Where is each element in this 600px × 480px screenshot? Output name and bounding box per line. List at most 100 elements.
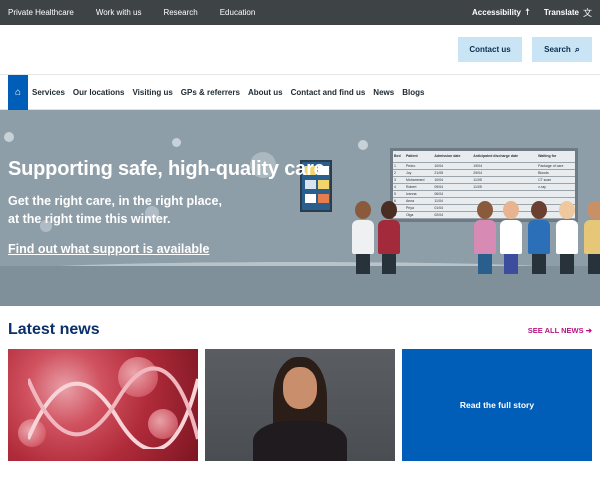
- notice: [318, 180, 329, 189]
- snowflake: [4, 132, 14, 142]
- board-cell: 02/04: [433, 211, 473, 219]
- board-header: Anticipated discharge date: [472, 151, 538, 163]
- see-all-news-label: SEE ALL NEWS: [527, 326, 584, 335]
- board-cell: 2: [393, 169, 405, 177]
- nav-item-our-locations[interactable]: Our locations: [73, 88, 125, 97]
- board-cell: 10/04: [433, 176, 473, 184]
- board-cell: x-ray: [537, 183, 575, 191]
- board-cell: Mohammed: [404, 176, 434, 184]
- board-cell: 06/04: [433, 190, 473, 198]
- head: [503, 201, 519, 219]
- arrow-right-icon: ➔: [585, 326, 592, 335]
- utility-bar: Private Healthcare Work with us Research…: [0, 0, 600, 25]
- read-full-story-label: Read the full story: [459, 400, 535, 410]
- latest-news-heading: Latest news: [8, 321, 100, 338]
- hero-banner: Bed Patient Admission date Anticipated d…: [0, 110, 600, 306]
- nav-item-blogs[interactable]: Blogs: [402, 88, 424, 97]
- nav-item-news[interactable]: News: [373, 88, 394, 97]
- dna-helix-image: [28, 366, 198, 449]
- nav-item-gps-referrers[interactable]: GPs & referrers: [181, 88, 240, 97]
- legs: [588, 254, 600, 274]
- staff-illustration: [378, 201, 400, 274]
- board-cell: Pedro: [404, 162, 434, 170]
- board-cell: 11/04: [433, 197, 473, 205]
- news-card-read-story[interactable]: Read the full story: [402, 349, 592, 461]
- legs: [532, 254, 546, 274]
- notice: [305, 180, 316, 189]
- board-cell: 09/04: [433, 183, 473, 191]
- hero-cta-link[interactable]: Find out what support is available: [8, 242, 209, 256]
- board-cell: 21/05: [433, 169, 473, 177]
- staff-illustration: [528, 201, 550, 274]
- main-nav: ⌂ Services Our locations Visiting us GPs…: [0, 74, 600, 110]
- accessibility-button[interactable]: Accessibility ☨: [472, 7, 530, 18]
- hero-subtitle: Get the right care, in the right place, …: [8, 192, 268, 228]
- board-cell: Joy: [404, 169, 434, 177]
- body: [474, 220, 496, 254]
- utility-link-private-healthcare[interactable]: Private Healthcare: [8, 8, 74, 17]
- board-cell: Ivanna: [404, 190, 434, 198]
- see-all-news-link[interactable]: SEE ALL NEWS ➔: [528, 326, 592, 335]
- contact-us-label: Contact us: [469, 45, 511, 54]
- head: [531, 201, 547, 219]
- board-cell: 01/04: [433, 204, 473, 212]
- nav-item-visiting-us[interactable]: Visiting us: [132, 88, 172, 97]
- board-cell: 29/04: [472, 169, 538, 177]
- legs: [478, 254, 492, 274]
- board-cell: CT scan: [537, 176, 575, 184]
- board-cell: Anna: [404, 197, 434, 205]
- staff-illustration: [584, 201, 600, 274]
- board-cell: 11/05: [472, 183, 538, 191]
- contact-us-button[interactable]: Contact us: [458, 37, 522, 62]
- board-cell: 10/04: [433, 162, 473, 170]
- hero-subtitle-line: Get the right care, in the right place,: [8, 194, 222, 208]
- nav-item-services[interactable]: Services: [32, 88, 65, 97]
- body: [556, 220, 578, 254]
- head: [381, 201, 397, 219]
- search-label: Search: [544, 45, 571, 54]
- notice: [305, 194, 316, 203]
- nav-item-about-us[interactable]: About us: [248, 88, 283, 97]
- search-button[interactable]: Search ⌕: [532, 37, 592, 62]
- head: [477, 201, 493, 219]
- staff-illustration: [500, 201, 522, 274]
- head: [355, 201, 371, 219]
- translate-button[interactable]: Translate 文: [544, 6, 592, 19]
- portrait-face: [283, 367, 317, 409]
- news-card-dna[interactable]: [8, 349, 198, 461]
- body: [500, 220, 522, 254]
- head: [587, 201, 600, 219]
- snowflake: [358, 140, 368, 150]
- site-header: Contact us Search ⌕: [0, 25, 600, 75]
- board-cell: 4: [393, 183, 405, 191]
- staff-illustration: [556, 201, 578, 274]
- home-icon: ⌂: [14, 86, 22, 98]
- board-cell: Robert: [404, 183, 434, 191]
- utility-link-research[interactable]: Research: [163, 8, 197, 17]
- board-cell: 5: [393, 190, 405, 198]
- home-button[interactable]: ⌂: [8, 74, 28, 110]
- board-cell: Priya: [404, 204, 434, 212]
- utility-link-education[interactable]: Education: [220, 8, 256, 17]
- board-header: Waiting for: [537, 151, 575, 163]
- nav-item-contact-find-us[interactable]: Contact and find us: [291, 88, 366, 97]
- accessibility-icon: ☨: [524, 7, 530, 17]
- legs: [356, 254, 370, 274]
- board-header: Patient: [404, 151, 434, 163]
- board-cell: 19/04: [472, 162, 538, 170]
- body: [352, 220, 374, 254]
- board-header: Admission date: [433, 151, 473, 163]
- board-cell: [537, 190, 575, 198]
- body: [378, 220, 400, 254]
- utility-link-work-with-us[interactable]: Work with us: [96, 8, 142, 17]
- utility-links: Private Healthcare Work with us Research…: [8, 8, 277, 17]
- translate-label: Translate: [543, 8, 579, 17]
- news-card-portrait[interactable]: [205, 349, 395, 461]
- board-cell: 1: [393, 162, 405, 170]
- portrait-clothing: [253, 421, 347, 461]
- hero-subtitle-line: at the right time this winter.: [8, 212, 171, 226]
- latest-news-section: Latest news SEE ALL NEWS ➔ Read the full…: [0, 306, 600, 479]
- board-cell: Bloods: [537, 169, 575, 177]
- board-cell: 11/05: [472, 176, 538, 184]
- body: [584, 220, 600, 254]
